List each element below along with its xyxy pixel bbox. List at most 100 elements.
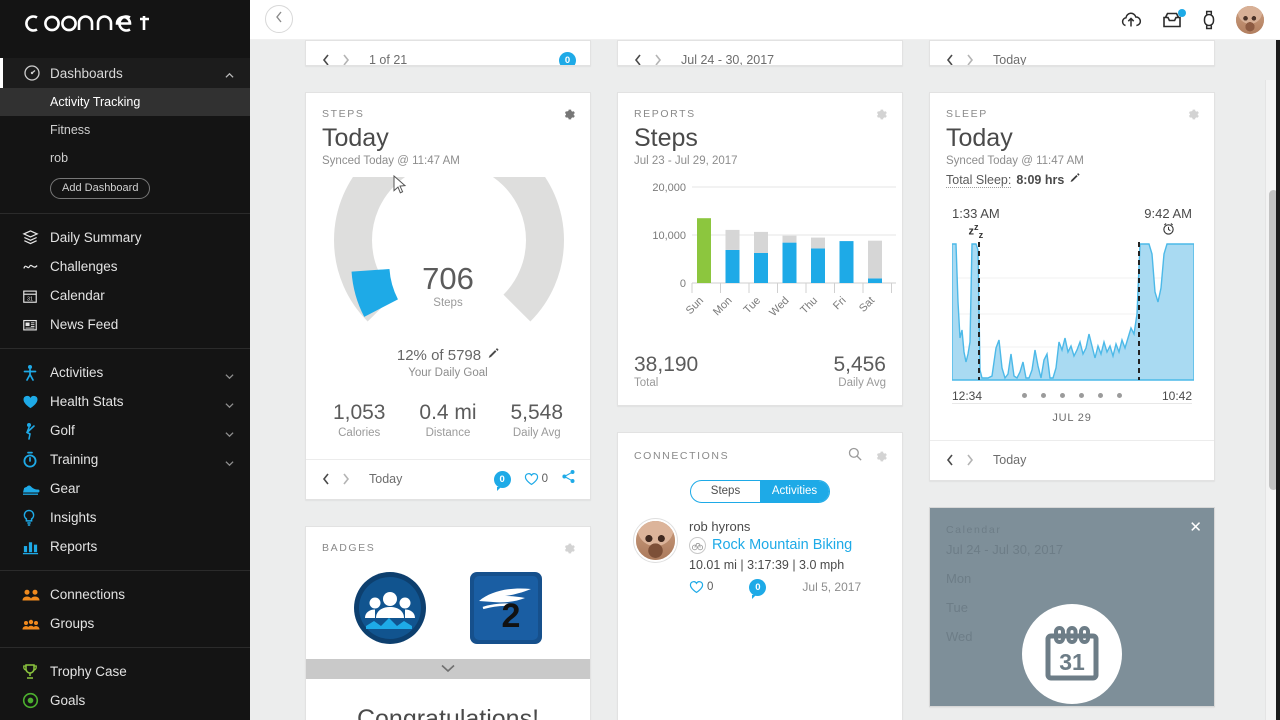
- stat-value: 0.4 mi: [419, 400, 477, 424]
- chevron-down-icon: [441, 665, 455, 673]
- connection-user-name[interactable]: rob hyrons: [689, 519, 861, 534]
- reports-card-range: Jul 23 - Jul 29, 2017: [634, 154, 738, 167]
- sidebar-item-health-stats[interactable]: Health Stats: [0, 387, 250, 416]
- sidebar-item-daily-summary[interactable]: Daily Summary: [0, 223, 250, 252]
- sidebar-label: Health Stats: [50, 394, 124, 409]
- connect-logo-icon: [25, 15, 149, 32]
- sidebar-item-gear[interactable]: Gear: [0, 474, 250, 503]
- connection-activity-link[interactable]: Rock Mountain Biking: [712, 537, 852, 553]
- comment-count-badge[interactable]: 0: [493, 470, 511, 491]
- sidebar-item-rob[interactable]: rob: [0, 144, 250, 172]
- runner-icon: [22, 364, 50, 382]
- sidebar-item-golf[interactable]: Golf: [0, 416, 250, 445]
- app-logo[interactable]: [0, 0, 250, 48]
- active-accent-bar: [0, 58, 3, 88]
- gear-icon[interactable]: [562, 107, 576, 121]
- next-button[interactable]: [966, 54, 974, 65]
- sidebar-item-challenges[interactable]: Challenges: [0, 252, 250, 281]
- avatar-image: [636, 520, 675, 560]
- sidebar-item-activities[interactable]: Activities: [0, 358, 250, 387]
- like-button[interactable]: 0: [689, 580, 713, 594]
- sleep-total-row: Total Sleep: 8:09 hrs: [930, 167, 1214, 188]
- axis-dot: [1098, 393, 1103, 399]
- gear-icon[interactable]: [874, 449, 888, 463]
- watch-icon[interactable]: [1202, 10, 1216, 30]
- top-bar: [250, 0, 1280, 40]
- add-dashboard-button[interactable]: Add Dashboard: [50, 178, 151, 199]
- gear-icon[interactable]: [562, 541, 576, 555]
- sidebar-item-groups[interactable]: Groups: [0, 609, 250, 638]
- garmin-connect-app: Dashboards Activity Tracking Fitness rob…: [0, 0, 1280, 720]
- svg-text:0: 0: [680, 278, 686, 290]
- reports-card-title: Steps: [634, 124, 698, 152]
- badges-congrats-text: Congratulations!: [356, 704, 540, 720]
- inbox-icon[interactable]: [1162, 9, 1186, 29]
- sidebar-item-dashboards[interactable]: Dashboards: [0, 58, 250, 88]
- next-button[interactable]: [342, 54, 350, 65]
- target-icon: [22, 692, 50, 709]
- steps-goal-text: 12% of 5798: [396, 346, 482, 364]
- sidebar-label: News Feed: [50, 317, 119, 332]
- search-icon[interactable]: [848, 447, 862, 466]
- prev-button[interactable]: [946, 454, 954, 466]
- sidebar-item-trophy-case[interactable]: Trophy Case: [0, 657, 250, 686]
- comment-count-badge[interactable]: 0: [749, 578, 767, 599]
- sidebar-item-fitness[interactable]: Fitness: [0, 116, 250, 144]
- sidebar-item-training[interactable]: Training: [0, 445, 250, 474]
- sleep-card: Sleep Today Synced Today @ 11:47 AM Tota…: [929, 92, 1215, 481]
- badges-card-kicker: Badges: [322, 541, 376, 554]
- reports-total-label: Total: [634, 376, 659, 389]
- sidebar-item-goals[interactable]: Goals: [0, 686, 250, 715]
- connection-avatar[interactable]: [634, 518, 677, 562]
- connections-toggle[interactable]: Steps Activities: [690, 479, 830, 503]
- next-button[interactable]: [966, 454, 974, 466]
- edit-pencil-icon[interactable]: [1069, 173, 1080, 187]
- svg-text:Sat: Sat: [857, 294, 877, 314]
- avatar[interactable]: [1236, 6, 1264, 34]
- gear-icon[interactable]: [874, 107, 888, 121]
- calendar-day-mon: Mon: [946, 570, 972, 586]
- top-bar-icons: [1120, 0, 1264, 40]
- sidebar: Dashboards Activity Tracking Fitness rob…: [0, 0, 250, 720]
- stat-distance: 0.4 mi Distance: [419, 401, 476, 439]
- sidebar-item-activity-tracking[interactable]: Activity Tracking: [0, 88, 250, 116]
- add-dashboard-wrap: Add Dashboard: [0, 172, 250, 209]
- svg-text:10,000: 10,000: [652, 230, 686, 242]
- prev-button[interactable]: [634, 54, 642, 65]
- badges-expand-button[interactable]: [306, 658, 590, 679]
- sidebar-item-news-feed[interactable]: News Feed: [0, 310, 250, 339]
- window-right-edge: [1276, 0, 1280, 720]
- next-button[interactable]: [342, 473, 350, 485]
- newspaper-icon: [22, 317, 50, 333]
- connections-badge-icon[interactable]: [353, 571, 427, 645]
- sidebar-item-insights[interactable]: Insights: [0, 503, 250, 532]
- sidebar-item-calendar[interactable]: 31 Calendar: [0, 281, 250, 310]
- sleep-movement-chart: [951, 241, 1195, 387]
- connections-card-kicker: Connections: [634, 450, 730, 463]
- calendar-card-kicker: Calendar: [946, 523, 1002, 536]
- prev-button[interactable]: [322, 473, 330, 485]
- toggle-option-activities[interactable]: Activities: [760, 480, 829, 502]
- column-1: 1 of 21 0 Steps Today Synced Today @ 11:…: [305, 40, 591, 720]
- toggle-option-steps[interactable]: Steps: [691, 481, 760, 502]
- sidebar-item-connections[interactable]: Connections: [0, 580, 250, 609]
- cloud-upload-icon[interactable]: [1120, 11, 1142, 29]
- share-icon[interactable]: [561, 469, 576, 489]
- sidebar-label: Insights: [50, 510, 97, 525]
- close-icon[interactable]: ✕: [1189, 520, 1202, 535]
- back-button[interactable]: [265, 5, 293, 33]
- sidebar-divider: [0, 570, 250, 571]
- steps-stats: 1,053 Calories 0.4 mi Distance 5,548 Dai…: [306, 379, 590, 459]
- shoe-icon: [22, 482, 50, 496]
- next-button[interactable]: [654, 54, 662, 65]
- sidebar-item-reports[interactable]: Reports: [0, 532, 250, 561]
- wings-2-badge-icon[interactable]: 2: [469, 571, 543, 645]
- edit-pencil-icon[interactable]: [487, 347, 499, 364]
- connections-card-header: Connections: [618, 433, 902, 466]
- prev-button[interactable]: [946, 54, 954, 65]
- prev-button[interactable]: [322, 54, 330, 65]
- chevron-down-icon: [225, 368, 234, 379]
- comment-count-badge[interactable]: 0: [559, 51, 576, 65]
- like-button[interactable]: 0: [524, 472, 548, 486]
- gear-icon[interactable]: [1186, 107, 1200, 121]
